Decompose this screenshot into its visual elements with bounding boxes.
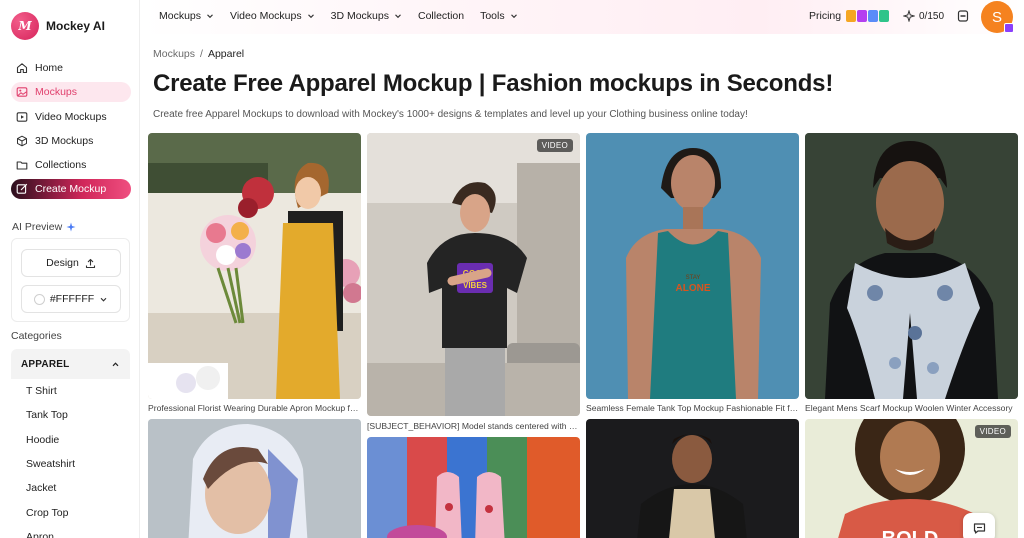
sparkle-icon (903, 10, 915, 22)
breadcrumb-separator: / (200, 48, 203, 60)
sidebar-item-label: 3D Mockups (35, 134, 94, 147)
categories-label: Categories (11, 330, 62, 342)
mockup-image[interactable] (148, 133, 361, 399)
video-icon (16, 111, 28, 122)
chevron-up-icon (112, 361, 119, 366)
breadcrumb-item[interactable]: Mockups (153, 48, 195, 60)
chat-icon (973, 522, 985, 534)
mockup-image[interactable] (367, 437, 580, 538)
upload-icon (85, 258, 95, 268)
mockup-image[interactable]: GOOD VIBES (367, 133, 580, 416)
logo-icon: M (11, 12, 39, 40)
mockup-image[interactable] (805, 133, 1018, 399)
menu-mockups[interactable]: Mockups (159, 10, 214, 22)
sidebar-item-label: Create Mockup (35, 183, 107, 196)
page-subtitle: Create free Apparel Mockups to download … (153, 109, 748, 120)
sidebar-item-label: Collections (35, 159, 87, 172)
sparkle-icon (66, 222, 76, 232)
folder-icon (16, 161, 28, 170)
mockup-image[interactable] (148, 419, 361, 538)
video-badge: VIDEO (974, 425, 1011, 438)
sidebar-item-3d-mockups[interactable]: 3D Mockups (11, 131, 131, 151)
svg-text:ALONE: ALONE (676, 283, 711, 294)
menu-tools[interactable]: Tools (480, 10, 518, 22)
chevron-down-icon (510, 14, 517, 19)
category-item[interactable]: Jacket (11, 476, 130, 500)
svg-text:VIBES: VIBES (463, 281, 488, 290)
chevron-down-icon (307, 14, 314, 19)
mockup-caption: Professional Florist Wearing Durable Apr… (148, 403, 361, 413)
category-item[interactable]: T Shirt (11, 379, 130, 403)
breadcrumb-current: Apparel (207, 48, 245, 60)
mockup-caption: Elegant Mens Scarf Mockup Woolen Winter … (805, 403, 1013, 413)
brand-name: Mockey AI (46, 19, 105, 33)
chevron-down-icon (395, 14, 401, 19)
mockup-caption: [SUBJECT_BEHAVIOR] Model stands centered… (367, 421, 580, 431)
breadcrumb: Mockups / Apparel (153, 48, 244, 60)
menu-collection[interactable]: Collection (418, 10, 464, 22)
image-icon (16, 87, 28, 98)
menu-video-mockups[interactable]: Video Mockups (230, 10, 315, 22)
color-picker[interactable]: #FFFFFF (21, 285, 121, 313)
sidebar-item-video-mockups[interactable]: Video Mockups (11, 107, 131, 127)
sidebar-item-collections[interactable]: Collections (11, 155, 131, 175)
brand-logo[interactable]: M Mockey AI (11, 12, 105, 40)
category-item[interactable]: Hoodie (11, 428, 130, 452)
sidebar-item-home[interactable]: Home (11, 58, 131, 78)
sidebar-item-mockups[interactable]: Mockups (11, 82, 131, 103)
category-item[interactable]: Sweatshirt (11, 452, 130, 476)
category-list: APPAREL T Shirt Tank Top Hoodie Sweatshi… (11, 349, 130, 538)
svg-text:STAY: STAY (686, 275, 701, 281)
color-value: #FFFFFF (49, 293, 95, 305)
home-icon (16, 63, 28, 74)
design-upload-button[interactable]: Design (21, 249, 121, 277)
menu-3d-mockups[interactable]: 3D Mockups (331, 10, 402, 22)
chat-feedback-button[interactable] (963, 513, 995, 538)
svg-text:BOLD: BOLD (882, 528, 939, 538)
pricing-badges (846, 10, 890, 22)
premium-badge-icon (1004, 23, 1014, 33)
graduation-cap-icon[interactable] (957, 9, 969, 23)
ai-preview-label: AI Preview (12, 221, 76, 233)
create-mockup-button[interactable]: Create Mockup (11, 179, 131, 200)
sidebar-nav: Home Mockups Video Mockups 3D Mockups Co… (11, 58, 131, 204)
ai-preview-panel: Design #FFFFFF (11, 238, 130, 322)
mockup-image[interactable]: STAY ALONE (586, 133, 799, 399)
edit-icon (16, 184, 28, 195)
credits-counter[interactable]: 0/150 (903, 10, 944, 22)
category-item[interactable]: Crop Top (11, 500, 130, 524)
sidebar-item-label: Video Mockups (35, 110, 107, 123)
pricing-link[interactable]: Pricing (809, 10, 890, 22)
top-menu: Mockups Video Mockups 3D Mockups Collect… (159, 10, 518, 22)
chevron-down-icon (100, 297, 107, 302)
video-badge: VIDEO (536, 139, 573, 152)
page-title: Create Free Apparel Mockup | Fashion moc… (153, 70, 834, 97)
category-group-apparel[interactable]: APPAREL (11, 349, 130, 379)
mockup-caption: Seamless Female Tank Top Mockup Fashiona… (586, 403, 799, 413)
sidebar-item-label: Mockups (35, 86, 78, 99)
chevron-down-icon (207, 14, 213, 19)
sidebar: M Mockey AI Home Mockups Video Mockups 3… (0, 0, 140, 538)
mockup-image[interactable] (586, 419, 799, 538)
color-swatch (33, 293, 45, 305)
cube-icon (17, 135, 27, 147)
top-nav: Mockups Video Mockups 3D Mockups Collect… (141, 0, 1024, 34)
category-item[interactable]: Tank Top (11, 403, 130, 427)
sidebar-item-label: Home (35, 62, 64, 74)
category-item[interactable]: Apron (11, 525, 130, 538)
